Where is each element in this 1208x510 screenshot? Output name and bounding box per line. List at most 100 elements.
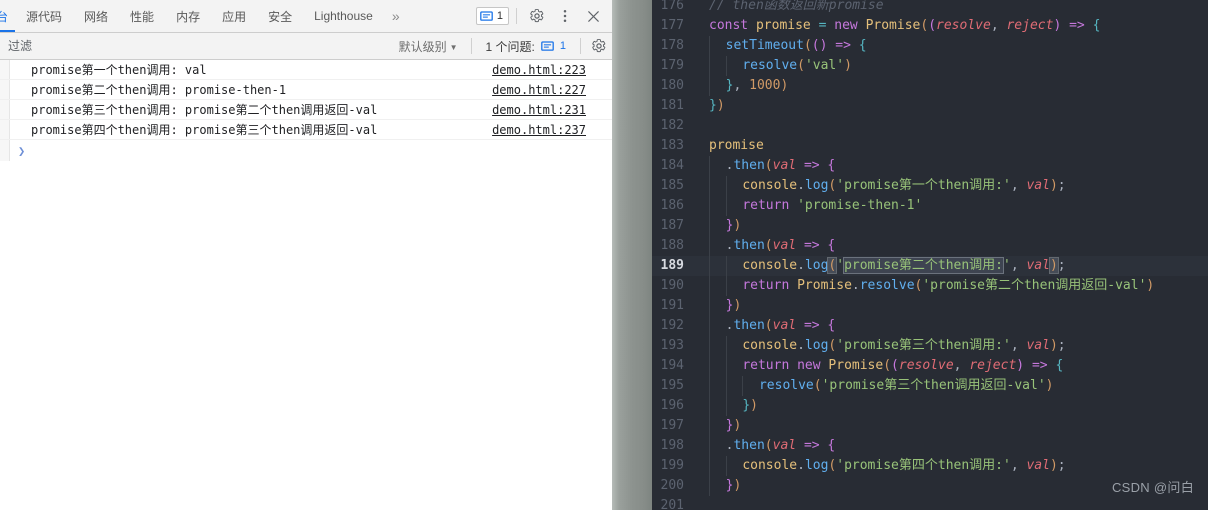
console-message-source-link[interactable]: demo.html:223 bbox=[492, 63, 612, 77]
code-line[interactable]: 191 }) bbox=[652, 296, 1208, 316]
line-number: 180 bbox=[660, 78, 684, 93]
code-line[interactable]: 188 .then(val => { bbox=[652, 236, 1208, 256]
code-line[interactable]: 185 console.log('promise第一个then调用:', val… bbox=[652, 176, 1208, 196]
console-message-source-link[interactable]: demo.html:237 bbox=[492, 123, 612, 137]
devtools-tab-bar: 台 源代码 网络 性能 内存 应用 安全 Lighthouse » 1 bbox=[0, 0, 612, 33]
issues-indicator[interactable]: 1 个问题: 1 bbox=[477, 38, 575, 55]
line-content: return new Promise((resolve, reject) => … bbox=[700, 356, 1063, 376]
console-message-row[interactable]: promise第一个then调用: val demo.html:223 bbox=[0, 60, 612, 80]
code-line[interactable]: 197 }) bbox=[652, 416, 1208, 436]
line-content: }) bbox=[700, 476, 741, 496]
code-line[interactable]: 201 bbox=[652, 496, 1208, 510]
line-number: 191 bbox=[660, 298, 684, 313]
tab-security-label: 安全 bbox=[268, 9, 293, 24]
console-message-row[interactable]: promise第四个then调用: promise第三个then调用返回-val… bbox=[0, 120, 612, 140]
line-number: 179 bbox=[660, 58, 684, 73]
code-line[interactable]: 177 const promise = new Promise((resolve… bbox=[652, 16, 1208, 36]
message-gutter bbox=[0, 120, 10, 139]
code-line[interactable]: 198 .then(val => { bbox=[652, 436, 1208, 456]
tab-memory[interactable]: 内存 bbox=[165, 0, 211, 32]
line-number: 199 bbox=[660, 458, 684, 473]
code-line[interactable]: 190 return Promise.resolve('promise第二个th… bbox=[652, 276, 1208, 296]
code-line[interactable]: 182 bbox=[652, 116, 1208, 136]
line-content: }) bbox=[709, 98, 725, 113]
line-content: }, 1000) bbox=[700, 76, 788, 96]
message-gutter bbox=[0, 60, 10, 79]
code-line[interactable]: 194 return new Promise((resolve, reject)… bbox=[652, 356, 1208, 376]
tab-sources-label: 源代码 bbox=[26, 9, 63, 24]
tab-console-label: 台 bbox=[0, 9, 9, 24]
tab-performance-label: 性能 bbox=[130, 9, 155, 24]
console-filter-bar: 默认级别 ▼ 1 个问题: 1 bbox=[0, 33, 612, 60]
message-count-value: 1 bbox=[496, 10, 503, 22]
line-number: 198 bbox=[660, 438, 684, 453]
message-gutter bbox=[0, 80, 10, 99]
more-options-kebab-icon[interactable] bbox=[552, 3, 578, 29]
tab-console[interactable]: 台 bbox=[0, 0, 16, 32]
line-number: 186 bbox=[660, 198, 684, 213]
tab-lighthouse-label: Lighthouse bbox=[314, 9, 373, 23]
code-line[interactable]: 199 console.log('promise第四个then调用:', val… bbox=[652, 456, 1208, 476]
message-gutter bbox=[0, 100, 10, 119]
close-devtools-icon[interactable] bbox=[580, 3, 606, 29]
filterbar-divider-2 bbox=[580, 38, 581, 54]
line-content: .then(val => { bbox=[700, 156, 835, 176]
line-content: return 'promise-then-1' bbox=[700, 196, 922, 216]
code-line[interactable]: 179 resolve('val') bbox=[652, 56, 1208, 76]
close-icon bbox=[587, 10, 599, 22]
console-message-row[interactable]: promise第二个then调用: promise-then-1 demo.ht… bbox=[0, 80, 612, 100]
code-line[interactable]: 187 }) bbox=[652, 216, 1208, 236]
line-content: console.log('promise第四个then调用:', val); bbox=[700, 456, 1066, 476]
tab-security[interactable]: 安全 bbox=[257, 0, 303, 32]
line-content: console.log('promise第二个then调用:', val); bbox=[700, 256, 1066, 276]
code-line[interactable]: 196 }) bbox=[652, 396, 1208, 416]
tab-lighthouse[interactable]: Lighthouse bbox=[303, 0, 384, 32]
console-message-text: promise第二个then调用: promise-then-1 bbox=[31, 83, 287, 97]
log-level-dropdown[interactable]: 默认级别 ▼ bbox=[391, 38, 466, 55]
settings-gear-icon[interactable] bbox=[524, 3, 550, 29]
tab-sources[interactable]: 源代码 bbox=[15, 0, 73, 32]
console-message-source-link[interactable]: demo.html:227 bbox=[492, 83, 612, 97]
code-line[interactable]: 193 console.log('promise第三个then调用:', val… bbox=[652, 336, 1208, 356]
code-line[interactable]: 184 .then(val => { bbox=[652, 156, 1208, 176]
tab-performance[interactable]: 性能 bbox=[119, 0, 165, 32]
line-number: 181 bbox=[660, 98, 684, 113]
line-number: 178 bbox=[660, 38, 684, 53]
message-count-badge[interactable]: 1 bbox=[475, 7, 509, 25]
code-line[interactable]: 195 resolve('promise第三个then调用返回-val') bbox=[652, 376, 1208, 396]
code-line[interactable]: 192 .then(val => { bbox=[652, 316, 1208, 336]
line-number: 184 bbox=[660, 158, 684, 173]
line-content: }) bbox=[700, 416, 741, 436]
line-number: 185 bbox=[660, 178, 684, 193]
more-tabs-icon[interactable]: » bbox=[384, 0, 408, 32]
issues-speech-bubble-icon bbox=[541, 40, 554, 51]
code-lines: 176 // then函数返回新promise 177 const promis… bbox=[652, 0, 1208, 510]
console-input-prompt[interactable]: ❯ bbox=[0, 140, 612, 161]
console-message-source-link[interactable]: demo.html:231 bbox=[492, 103, 612, 117]
tab-network-label: 网络 bbox=[84, 9, 109, 24]
code-line-active[interactable]: 189 console.log('promise第二个then调用:', val… bbox=[652, 256, 1208, 276]
line-content: return Promise.resolve('promise第二个then调用… bbox=[700, 276, 1154, 296]
devtools-and-editor-screen: 台 源代码 网络 性能 内存 应用 安全 Lighthouse » 1 过滤 默… bbox=[0, 0, 1208, 510]
console-message-row[interactable]: promise第三个then调用: promise第二个then调用返回-val… bbox=[0, 100, 612, 120]
line-number: 200 bbox=[660, 478, 684, 493]
gear-icon bbox=[530, 9, 544, 23]
code-line[interactable]: 176 // then函数返回新promise bbox=[652, 0, 1208, 16]
code-line[interactable]: 186 return 'promise-then-1' bbox=[652, 196, 1208, 216]
code-line[interactable]: 183 promise bbox=[652, 136, 1208, 156]
line-content: .then(val => { bbox=[700, 436, 835, 456]
line-number: 188 bbox=[660, 238, 684, 253]
code-line[interactable]: 180 }, 1000) bbox=[652, 76, 1208, 96]
kebab-menu-icon bbox=[563, 9, 567, 23]
issues-label: 1 个问题: bbox=[485, 39, 535, 54]
line-content: }) bbox=[700, 216, 741, 236]
code-editor-panel[interactable]: 176 // then函数返回新promise 177 const promis… bbox=[652, 0, 1208, 510]
tab-application[interactable]: 应用 bbox=[211, 0, 257, 32]
code-line[interactable]: 178 setTimeout(() => { bbox=[652, 36, 1208, 56]
filter-input[interactable] bbox=[0, 33, 391, 59]
console-settings-gear-icon[interactable] bbox=[586, 33, 612, 59]
code-line[interactable]: 181 }) bbox=[652, 96, 1208, 116]
line-number: 189 bbox=[660, 258, 684, 273]
tab-network[interactable]: 网络 bbox=[73, 0, 119, 32]
panel-splitter[interactable] bbox=[612, 0, 652, 510]
